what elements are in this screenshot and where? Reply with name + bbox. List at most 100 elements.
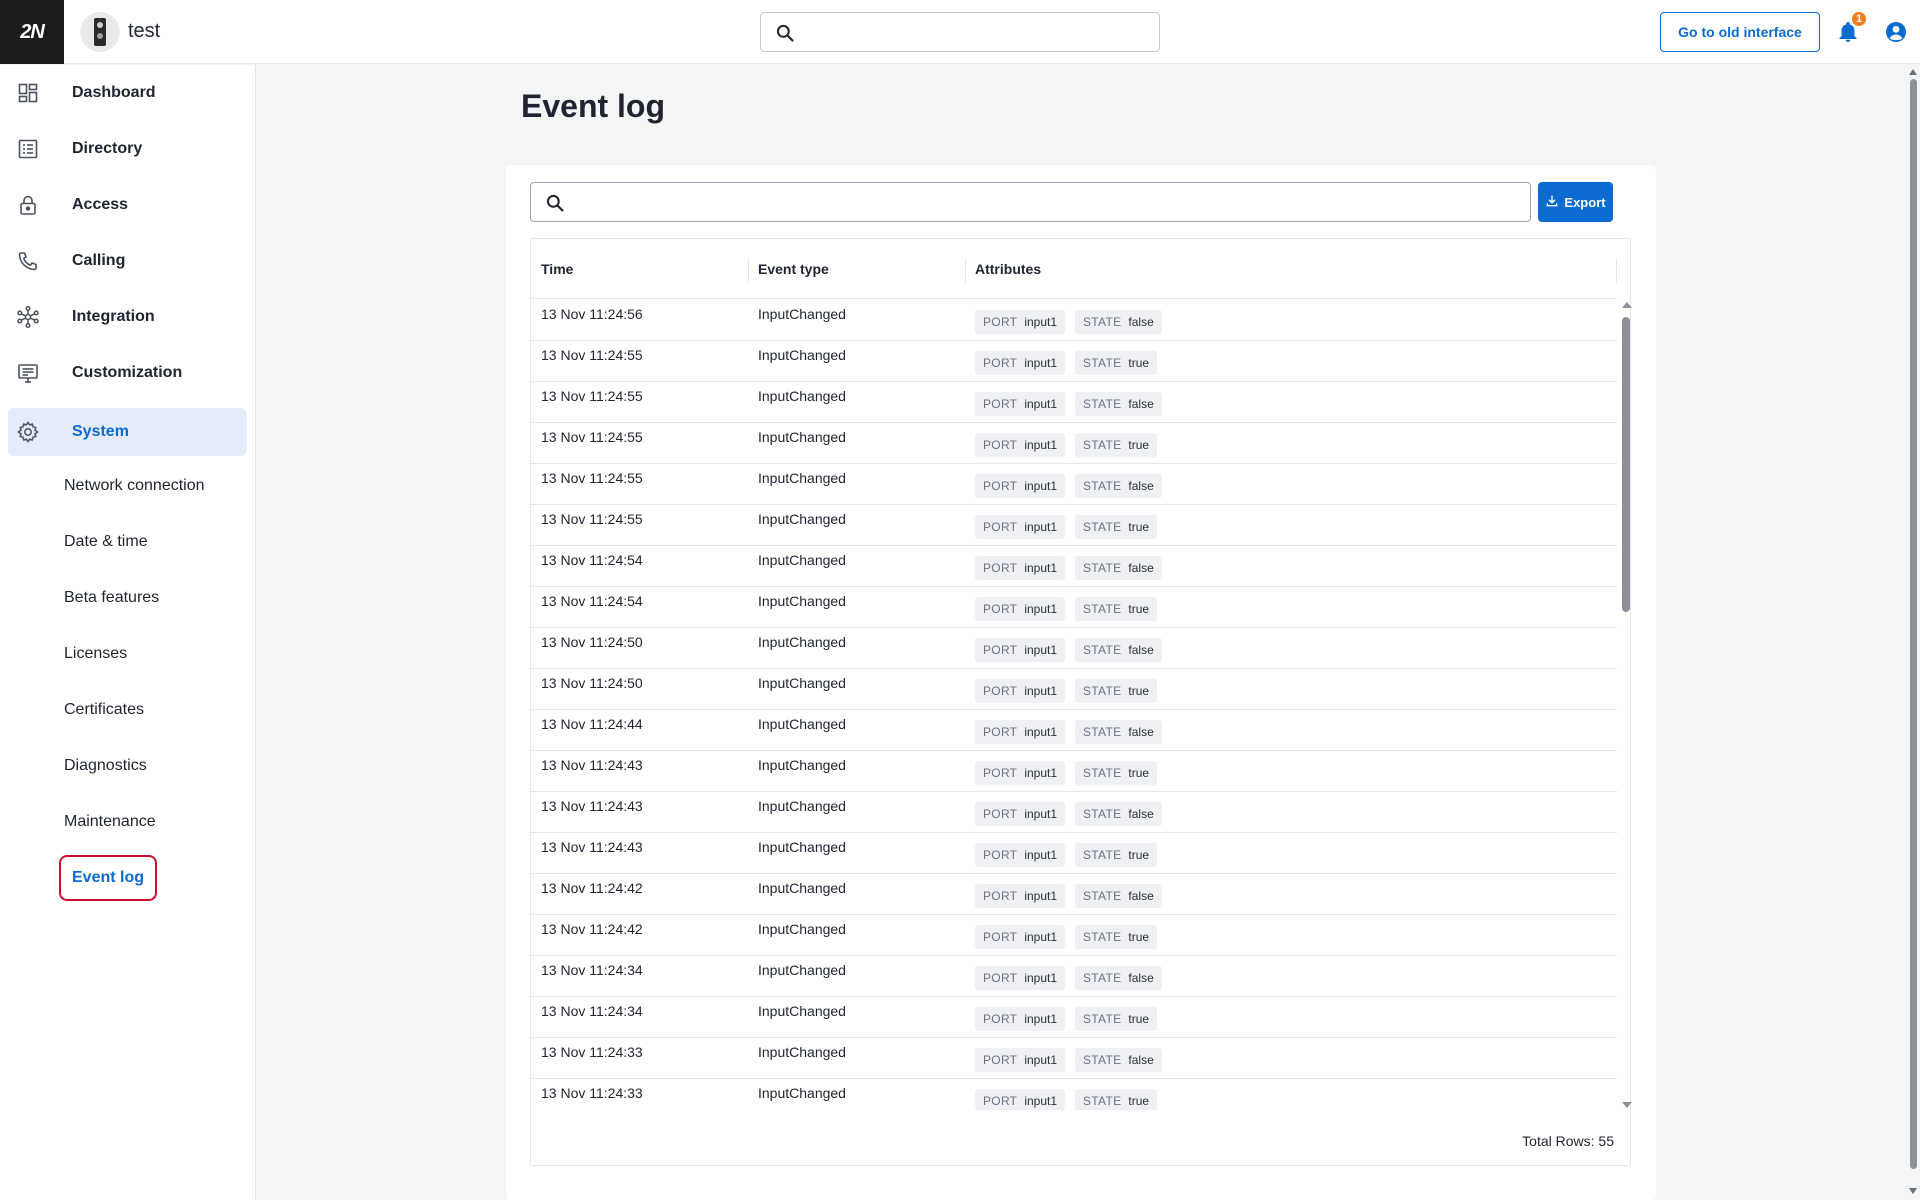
event-log-search-input[interactable]	[577, 183, 1517, 221]
sidebar-subitem-event-log[interactable]: Event log	[59, 855, 158, 901]
table-row[interactable]: 13 Nov 11:24:34 InputChanged PORT input1 STA…	[531, 997, 1617, 1038]
sidebar-item-integration[interactable]: Integration	[8, 293, 247, 341]
attribute-key: STATE	[1083, 971, 1122, 985]
sidebar-subitem-certificates[interactable]: Certificates	[64, 701, 144, 719]
column-divider[interactable]	[965, 259, 966, 283]
sidebar-subitem-diagnostics[interactable]: Diagnostics	[64, 757, 147, 775]
brand-logo[interactable]: 2N	[0, 0, 64, 64]
attribute-value: true	[1128, 356, 1150, 370]
event-log-table: Time Event type Attributes 13 Nov 11:24:…	[530, 238, 1632, 1166]
cell-time: 13 Nov 11:24:34	[541, 1003, 643, 1019]
scrollbar-thumb[interactable]	[1910, 79, 1917, 1169]
table-row[interactable]: 13 Nov 11:24:33 InputChanged PORT input1 STA…	[531, 1038, 1617, 1079]
attribute-chip-port: PORT input1	[975, 1089, 1066, 1110]
table-row[interactable]: 13 Nov 11:24:34 InputChanged PORT input1 STA…	[531, 956, 1617, 997]
cell-time: 13 Nov 11:24:50	[541, 675, 643, 691]
table-row[interactable]: 13 Nov 11:24:54 InputChanged PORT input1 STA…	[531, 587, 1617, 628]
attribute-chip-port: PORT input1	[975, 925, 1066, 949]
attribute-value: true	[1128, 520, 1150, 534]
attribute-key: PORT	[983, 971, 1018, 985]
go-to-old-interface-button[interactable]: Go to old interface	[1660, 12, 1820, 52]
sidebar-subitem-network-connection[interactable]: Network connection	[64, 477, 205, 495]
table-row[interactable]: 13 Nov 11:24:55 InputChanged PORT input1 STA…	[531, 423, 1617, 464]
table-row[interactable]: 13 Nov 11:24:55 InputChanged PORT input1 STA…	[531, 382, 1617, 423]
account-icon[interactable]	[1884, 20, 1908, 44]
download-icon	[1545, 194, 1559, 211]
attribute-chip-port: PORT input1	[975, 392, 1066, 416]
table-row[interactable]: 13 Nov 11:24:44 InputChanged PORT input1 STA…	[531, 710, 1617, 751]
attribute-key: PORT	[983, 725, 1018, 739]
sidebar-item-directory[interactable]: Directory	[8, 125, 247, 173]
table-scrollbar[interactable]	[1619, 300, 1632, 1110]
attribute-value: input1	[1024, 479, 1058, 493]
page-scrollbar[interactable]	[1906, 65, 1920, 1200]
attribute-key: STATE	[1083, 889, 1122, 903]
sidebar-item-label: Directory	[72, 140, 143, 157]
cell-event-type: InputChanged	[758, 675, 846, 691]
attribute-value: true	[1128, 438, 1150, 452]
scroll-down-icon[interactable]	[1622, 1102, 1632, 1108]
table-row[interactable]: 13 Nov 11:24:43 InputChanged PORT input1 STA…	[531, 833, 1617, 874]
sidebar-item-system[interactable]: System	[8, 408, 247, 456]
sidebar-subitem-date-time[interactable]: Date & time	[64, 533, 148, 551]
cell-time: 13 Nov 11:24:43	[541, 798, 643, 814]
attribute-key: STATE	[1083, 356, 1122, 370]
sidebar-item-customization[interactable]: Customization	[8, 349, 247, 397]
device-name: test	[128, 20, 161, 42]
cell-event-type: InputChanged	[758, 921, 846, 937]
sidebar-item-calling[interactable]: Calling	[8, 237, 247, 285]
scroll-up-icon[interactable]	[1909, 69, 1917, 75]
cell-event-type: InputChanged	[758, 470, 846, 486]
table-row[interactable]: 13 Nov 11:24:54 InputChanged PORT input1 STA…	[531, 546, 1617, 587]
attribute-chip-state: STATE true	[1075, 1007, 1158, 1031]
table-row[interactable]: 13 Nov 11:24:56 InputChanged PORT input1 STA…	[531, 300, 1617, 341]
sidebar-item-dashboard[interactable]: Dashboard	[8, 69, 247, 117]
cell-event-type: InputChanged	[758, 593, 846, 609]
scroll-up-icon[interactable]	[1622, 302, 1632, 308]
sidebar-item-label: Calling	[72, 252, 126, 269]
cell-event-type: InputChanged	[758, 388, 846, 404]
column-header-event-type[interactable]: Event type	[758, 261, 829, 277]
attribute-chip-state: STATE false	[1075, 1048, 1162, 1072]
device-icon	[80, 12, 120, 52]
sidebar-subitem-beta-features[interactable]: Beta features	[64, 589, 159, 607]
attribute-value: false	[1128, 561, 1154, 575]
cell-event-type: InputChanged	[758, 962, 846, 978]
table-row[interactable]: 13 Nov 11:24:50 InputChanged PORT input1 STA…	[531, 628, 1617, 669]
attribute-value: input1	[1024, 889, 1058, 903]
sidebar-subitem-licenses[interactable]: Licenses	[64, 645, 127, 663]
cell-time: 13 Nov 11:24:50	[541, 634, 643, 650]
table-row[interactable]: 13 Nov 11:24:55 InputChanged PORT input1 STA…	[531, 505, 1617, 546]
cell-time: 13 Nov 11:24:55	[541, 470, 643, 486]
column-divider[interactable]	[748, 259, 749, 283]
table-row[interactable]: 13 Nov 11:24:55 InputChanged PORT input1 STA…	[531, 464, 1617, 505]
table-row[interactable]: 13 Nov 11:24:33 InputChanged PORT input1 STA…	[531, 1079, 1617, 1110]
table-row[interactable]: 13 Nov 11:24:55 InputChanged PORT input1 STA…	[531, 341, 1617, 382]
table-row[interactable]: 13 Nov 11:24:50 InputChanged PORT input1 STA…	[531, 669, 1617, 710]
scrollbar-thumb[interactable]	[1622, 317, 1630, 612]
attribute-key: PORT	[983, 1012, 1018, 1026]
column-header-time[interactable]: Time	[541, 261, 573, 277]
table-row[interactable]: 13 Nov 11:24:42 InputChanged PORT input1 STA…	[531, 874, 1617, 915]
attribute-chip-state: STATE false	[1075, 556, 1162, 580]
table-row[interactable]: 13 Nov 11:24:43 InputChanged PORT input1 STA…	[531, 792, 1617, 833]
attribute-value: input1	[1024, 1053, 1058, 1067]
attribute-value: input1	[1024, 1094, 1058, 1108]
cell-event-type: InputChanged	[758, 429, 846, 445]
attribute-key: STATE	[1083, 1094, 1122, 1108]
global-search	[760, 12, 1160, 52]
export-button[interactable]: Export	[1538, 182, 1613, 222]
top-bar: 2N test Go to old interface 1	[0, 0, 1920, 64]
attribute-value: input1	[1024, 930, 1058, 944]
column-header-attributes[interactable]: Attributes	[975, 261, 1041, 277]
attribute-key: STATE	[1083, 315, 1122, 329]
attribute-chip-port: PORT input1	[975, 433, 1066, 457]
global-search-input[interactable]	[805, 13, 1145, 51]
attribute-key: PORT	[983, 602, 1018, 616]
sidebar-item-access[interactable]: Access	[8, 181, 247, 229]
attribute-chip-port: PORT input1	[975, 884, 1066, 908]
scroll-down-icon[interactable]	[1909, 1188, 1917, 1194]
sidebar-subitem-maintenance[interactable]: Maintenance	[64, 813, 156, 831]
table-row[interactable]: 13 Nov 11:24:43 InputChanged PORT input1 STA…	[531, 751, 1617, 792]
table-row[interactable]: 13 Nov 11:24:42 InputChanged PORT input1 STA…	[531, 915, 1617, 956]
